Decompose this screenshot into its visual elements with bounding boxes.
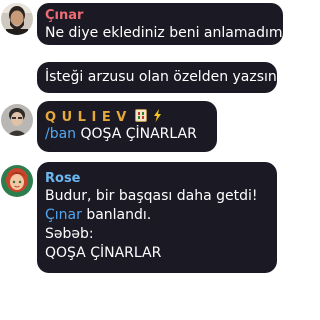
message-text: /ban QOŞA ÇİNARLAR — [45, 125, 209, 144]
reason-label: Səbəb: — [45, 226, 94, 242]
mention-suffix: banlandı. — [81, 207, 152, 223]
message-text: İsteği arzusu olan özelden yazsın — [45, 69, 277, 85]
sender-name-text: Q U L I E V — [45, 110, 127, 125]
message-bubble-cinar: Çınar Ne diye eklediniz beni anlamadım — [37, 3, 283, 45]
message-text: Budur, bir başqası daha getdi! — [45, 188, 258, 204]
sender-name-cinar[interactable]: Çınar — [45, 8, 275, 24]
sender-name-rose[interactable]: Rose — [45, 171, 269, 187]
reason-value: QOŞA ÇİNARLAR — [45, 245, 162, 261]
message-bubble-rose: Rose Budur, bir başqası daha getdi! Çına… — [37, 162, 277, 273]
message-bubble-quliev: Q U L I E V /ban QOŞA ÇİNARLAR — [37, 101, 217, 152]
avatar-quliev[interactable] — [1, 104, 33, 136]
message-text: Ne diye eklediniz beni anlamadım — [45, 25, 283, 41]
message-bubble-cinar-continuation: İsteği arzusu olan özelden yazsın — [37, 62, 277, 93]
message-text: Çınar banlandı. — [45, 206, 269, 225]
red-hair-cartoon-avatar-icon — [1, 165, 33, 197]
young-man-avatar-icon — [1, 104, 33, 136]
ban-command-link[interactable]: /ban — [45, 126, 76, 142]
bearded-man-avatar-icon — [1, 3, 33, 35]
command-argument: QOŞA ÇİNARLAR — [76, 126, 197, 142]
avatar-rose[interactable] — [1, 165, 33, 197]
avatar-cinar[interactable] — [1, 3, 33, 35]
mention-cinar-link[interactable]: Çınar — [45, 207, 82, 223]
sender-name-quliev[interactable]: Q U L I E V — [45, 109, 209, 125]
